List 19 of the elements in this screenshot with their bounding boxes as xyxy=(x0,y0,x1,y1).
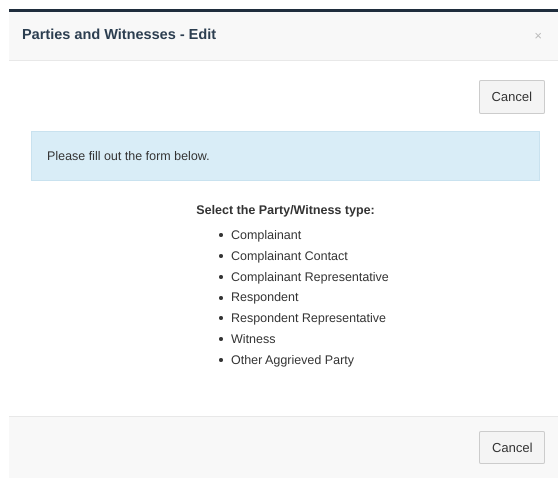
info-alert: Please fill out the form below. xyxy=(31,130,540,182)
party-type-item[interactable]: Witness xyxy=(231,330,276,348)
party-type-item[interactable]: Complainant xyxy=(231,226,302,245)
bullet-icon xyxy=(219,254,223,258)
bullet-icon xyxy=(219,233,223,238)
bullet-icon xyxy=(219,316,223,320)
bullet-icon xyxy=(219,296,223,300)
cancel-button[interactable]: Cancel xyxy=(479,430,546,464)
cancel-button[interactable]: Cancel xyxy=(478,80,545,114)
bullet-icon xyxy=(219,274,223,279)
bullet-icon xyxy=(219,358,223,362)
prompt-heading: Select the Party/Witness type: xyxy=(195,202,376,220)
party-type-item[interactable]: Other Aggrieved Party xyxy=(231,350,354,370)
dialog-title: Parties and Witnesses - Edit xyxy=(22,26,216,46)
party-type-item[interactable]: Respondent Representative xyxy=(231,309,386,328)
party-type-item[interactable]: Respondent xyxy=(231,288,298,307)
bullet-icon xyxy=(219,337,223,342)
party-type-item[interactable]: Complainant Contact xyxy=(231,246,348,266)
party-type-item[interactable]: Complainant Representative xyxy=(231,268,389,286)
